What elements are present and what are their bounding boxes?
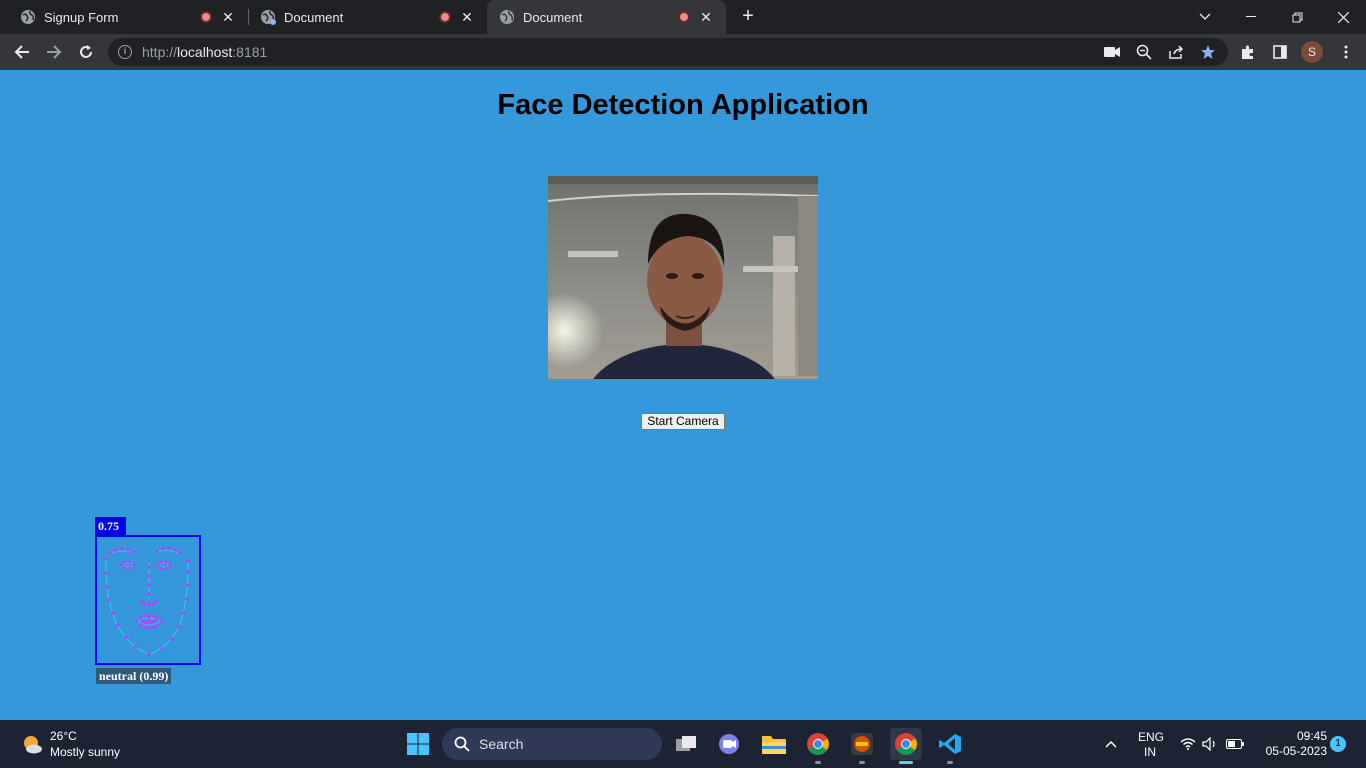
tab-document-2[interactable]: Document ✕ — [487, 0, 726, 34]
task-view-button[interactable] — [670, 728, 702, 760]
running-indicator — [947, 761, 953, 764]
start-camera-button[interactable]: Start Camera — [641, 413, 725, 430]
address-bar[interactable]: i http://localhost:8181 — [108, 38, 1228, 66]
teams-chat-button[interactable] — [713, 728, 745, 760]
show-hidden-icons[interactable] — [1100, 720, 1122, 768]
weather-sun-icon[interactable] — [20, 732, 44, 756]
globe-icon — [260, 9, 276, 25]
ide-icon — [851, 733, 873, 755]
globe-icon — [499, 9, 515, 25]
windows-taskbar: 26°C Mostly sunny Search ENG IN 09:45 05… — [0, 720, 1366, 768]
face-landmarks — [104, 546, 190, 656]
tab-signup-form[interactable]: Signup Form ✕ — [0, 0, 248, 34]
url-text: http://localhost:8181 — [142, 44, 268, 60]
face-bounding-box — [95, 535, 201, 665]
chrome-icon — [807, 733, 829, 755]
ide-button[interactable] — [846, 728, 878, 764]
expression-label: neutral (0.99) — [96, 668, 172, 684]
new-tab-icon[interactable]: + — [738, 6, 758, 26]
volume-icon[interactable] — [1200, 720, 1220, 768]
running-indicator — [815, 761, 821, 764]
page-content: Face Detection Application Start Camera … — [0, 70, 1366, 720]
chrome-active-button[interactable] — [890, 728, 922, 764]
profile-avatar[interactable]: S — [1301, 41, 1323, 63]
tab-search-icon[interactable] — [1182, 0, 1228, 34]
detection-score: 0.75 — [95, 517, 126, 535]
system-clock[interactable]: 09:45 05-05-2023 — [1255, 729, 1327, 759]
task-view-icon — [676, 736, 696, 751]
vscode-button[interactable] — [934, 728, 966, 764]
reload-icon[interactable] — [74, 40, 98, 64]
clock-time: 09:45 — [1296, 729, 1327, 743]
face-detection-overlay: 0.75 neutral (0.99) — [94, 516, 204, 686]
teams-chat-icon — [719, 734, 739, 754]
file-explorer-button[interactable] — [758, 728, 790, 760]
zoom-out-icon[interactable] — [1134, 42, 1154, 62]
weather-description[interactable]: Mostly sunny — [50, 745, 120, 759]
recording-icon — [678, 11, 690, 23]
wifi-icon[interactable] — [1178, 720, 1198, 768]
chrome-button[interactable] — [802, 728, 834, 764]
running-indicator — [899, 761, 913, 764]
webcam-video — [548, 176, 818, 379]
tab-document-1[interactable]: Document ✕ — [240, 0, 487, 34]
extensions-icon[interactable] — [1238, 42, 1258, 62]
menu-kebab-icon[interactable] — [1336, 42, 1356, 62]
file-explorer-icon — [762, 736, 786, 754]
side-panel-icon[interactable] — [1270, 42, 1290, 62]
minimize-icon[interactable] — [1228, 0, 1274, 34]
camera-in-use-icon[interactable] — [1102, 42, 1122, 62]
close-tab-icon[interactable]: ✕ — [220, 9, 236, 25]
bookmark-star-icon[interactable] — [1198, 42, 1218, 62]
tab-title: Document — [284, 9, 344, 25]
search-icon — [454, 736, 470, 752]
running-indicator — [859, 761, 865, 764]
search-label: Search — [479, 736, 524, 752]
close-window-icon[interactable] — [1320, 0, 1366, 34]
tab-title: Signup Form — [44, 9, 119, 25]
recording-icon — [200, 11, 212, 23]
vscode-icon — [939, 734, 961, 754]
language-indicator[interactable]: ENG IN — [1138, 730, 1165, 760]
browser-toolbar: i http://localhost:8181 S — [0, 34, 1366, 70]
weather-temperature[interactable]: 26°C — [50, 729, 77, 743]
share-icon[interactable] — [1166, 42, 1186, 62]
taskbar-search[interactable]: Search — [442, 728, 662, 760]
close-tab-icon[interactable]: ✕ — [698, 9, 714, 25]
windows-logo-icon — [407, 733, 429, 755]
battery-icon[interactable] — [1224, 720, 1246, 768]
chrome-active-icon — [895, 733, 917, 755]
tab-strip: Signup Form ✕ Document ✕ Document ✕ + — [0, 0, 1366, 34]
language-code: ENG — [1138, 730, 1165, 744]
region-code: IN — [1144, 745, 1156, 759]
close-tab-icon[interactable]: ✕ — [459, 9, 475, 25]
clock-date: 05-05-2023 — [1265, 744, 1327, 758]
page-title: Face Detection Application — [497, 89, 869, 121]
recording-icon — [439, 11, 451, 23]
restore-icon[interactable] — [1274, 0, 1320, 34]
tab-title: Document — [523, 9, 583, 25]
notification-badge[interactable]: 1 — [1330, 736, 1346, 752]
forward-arrow-icon[interactable] — [42, 40, 66, 64]
site-info-icon[interactable]: i — [118, 45, 132, 59]
back-arrow-icon[interactable] — [10, 40, 34, 64]
start-button[interactable] — [402, 728, 434, 760]
globe-icon — [20, 9, 36, 25]
